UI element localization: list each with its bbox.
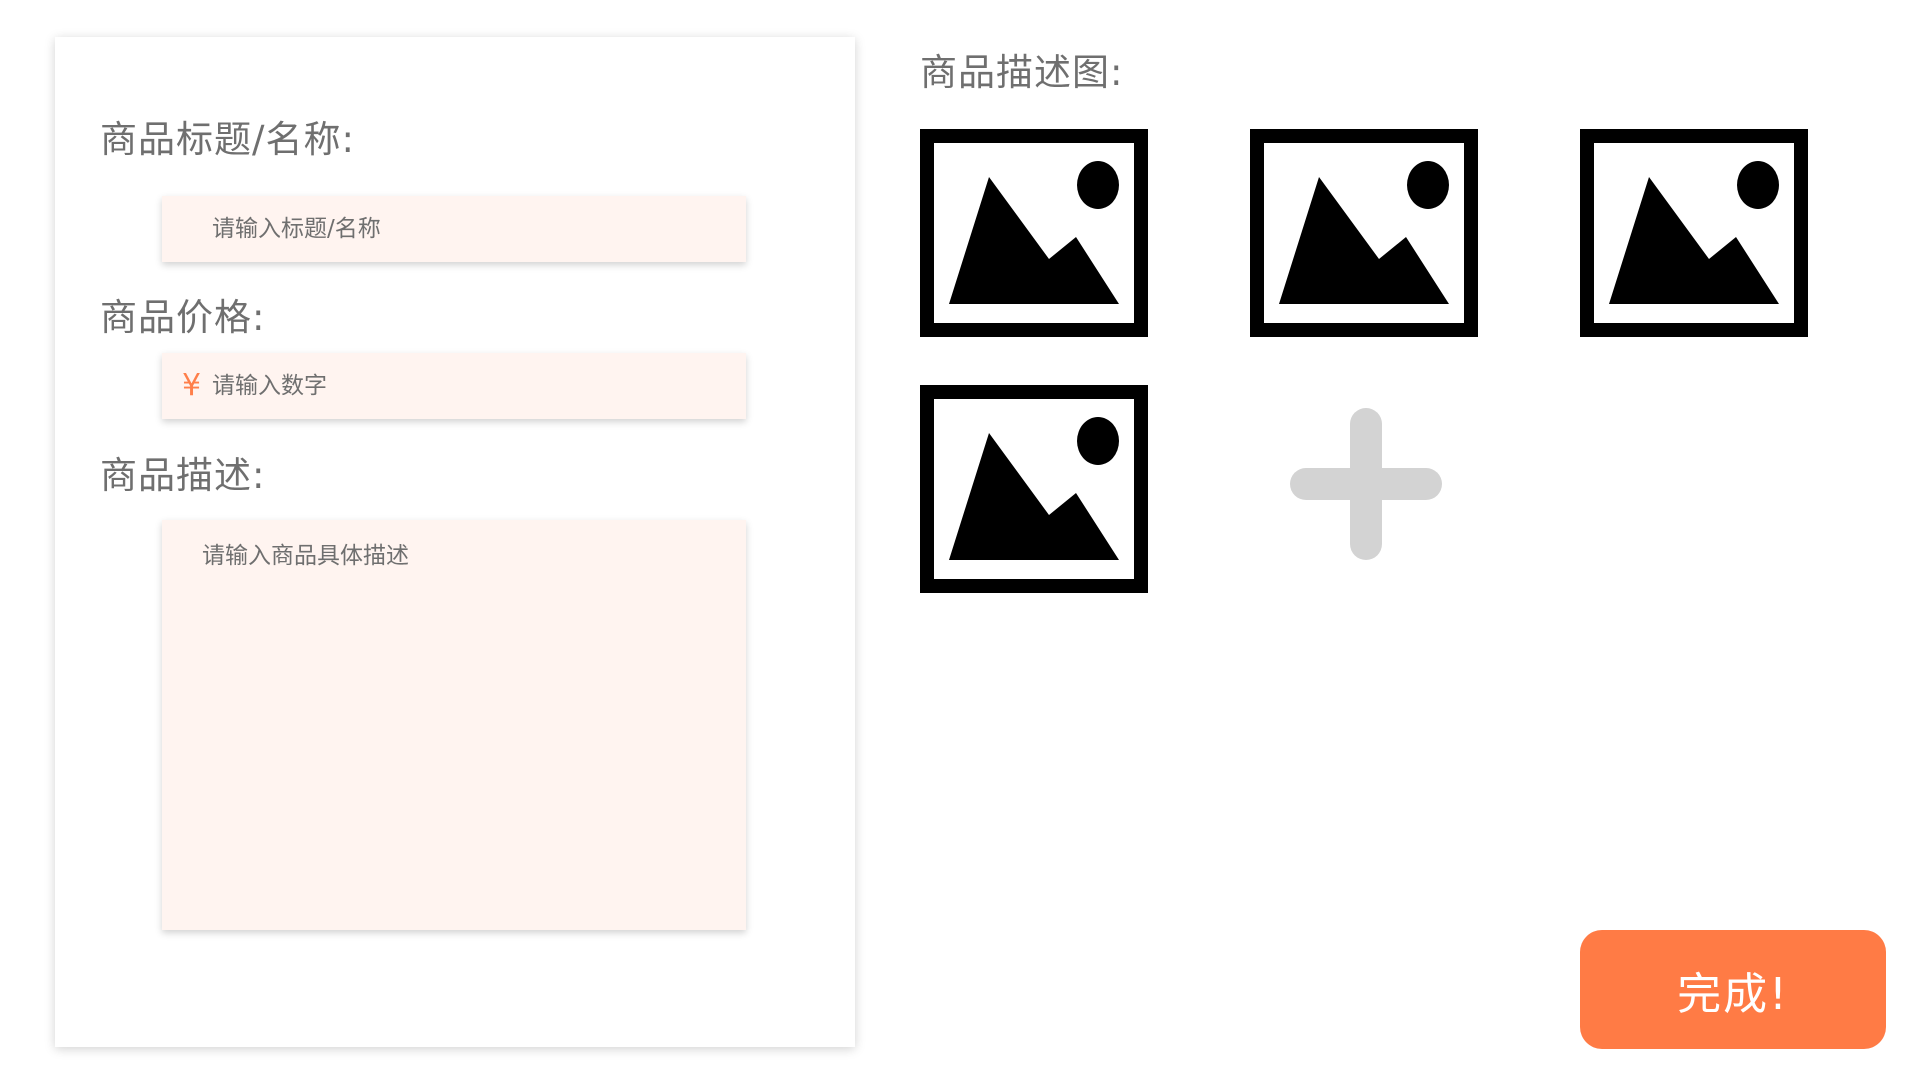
image-thumbnail-3[interactable] (1580, 129, 1808, 337)
add-image-button[interactable] (1290, 408, 1442, 560)
yen-icon: ¥ (182, 368, 202, 403)
done-button[interactable]: 完成! (1580, 930, 1886, 1049)
title-input[interactable] (162, 196, 746, 262)
price-label: 商品价格: (100, 296, 266, 339)
image-thumbnail-4[interactable] (920, 385, 1148, 593)
title-label: 商品标题/名称: (100, 118, 355, 161)
price-field[interactable]: ¥ (162, 353, 746, 419)
product-form-card: 商品标题/名称: 商品价格: ¥ 商品描述: (55, 37, 855, 1047)
image-icon (1580, 129, 1808, 337)
price-input[interactable] (212, 353, 732, 419)
description-textarea[interactable] (162, 520, 746, 930)
description-label: 商品描述: (100, 454, 266, 497)
image-thumbnail-1[interactable] (920, 129, 1148, 337)
image-icon (920, 129, 1148, 337)
images-label: 商品描述图: (920, 51, 1124, 94)
image-thumbnail-2[interactable] (1250, 129, 1478, 337)
image-icon (1250, 129, 1478, 337)
image-icon (920, 385, 1148, 593)
